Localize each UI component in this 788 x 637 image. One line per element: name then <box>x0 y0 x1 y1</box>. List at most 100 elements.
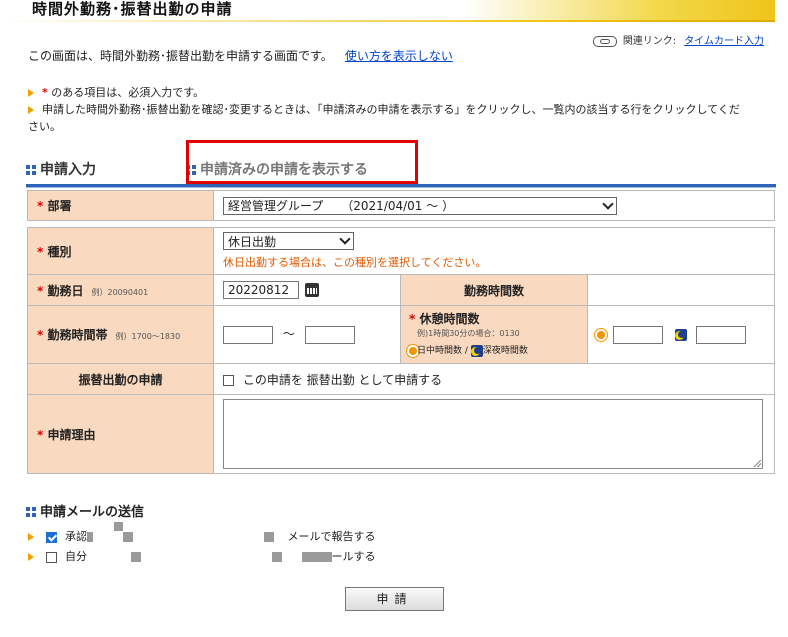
note-required-text: のある項目は、必須入力です。 <box>51 86 205 99</box>
dept-select[interactable]: 経営管理グループ （2021/04/01 ～ ） <box>223 196 617 215</box>
redacted-block <box>130 552 141 562</box>
transfer-text: この申請を 振替出勤 として申請する <box>242 372 443 387</box>
approver-mail-text: メールで報告する <box>287 530 376 543</box>
type-value-cell: 休日出勤 休日出勤する場合は、この種別を選択してください。 <box>213 227 775 275</box>
break-label: 休憩時間数 <box>419 312 480 326</box>
reason-label: 申請理由 <box>47 427 96 442</box>
highlight-box <box>186 140 418 184</box>
redacted-block <box>87 532 93 542</box>
notes: * のある項目は、必須入力です。 申請した時間外勤務･振替出勤を確認･変更すると… <box>28 84 748 135</box>
break-night-label: 深夜時間数 <box>482 346 528 356</box>
workday-row: * 勤務日 例）20090401 20220812 勤務時間数 <box>27 274 775 306</box>
dept-table: * 部署 経営管理グループ （2021/04/01 ～ ） <box>27 190 775 221</box>
reason-value-cell <box>213 394 775 474</box>
redacted-block-top <box>114 519 123 533</box>
mail-title-text: 申請メールの送信 <box>40 505 145 520</box>
timeband-separator: ～ <box>282 327 295 342</box>
time-from-input[interactable] <box>223 325 273 344</box>
dept-select-value: 経営管理グループ （2021/04/01 ～ ） <box>228 199 455 213</box>
timeband-example: 例）1700～1830 <box>115 332 181 341</box>
type-select[interactable]: 休日出勤 <box>223 232 354 250</box>
note-view-submitted: 申請した時間外勤務･振替出勤を確認･変更するときは、「申請済みの申請を表示する」… <box>28 101 748 135</box>
break-separator: / <box>464 346 468 356</box>
transfer-checkbox[interactable] <box>223 374 234 386</box>
self-checkbox[interactable] <box>45 551 57 563</box>
break-night-input[interactable] <box>696 325 747 344</box>
redacted-block <box>122 532 133 542</box>
dept-label: 部署 <box>47 199 72 213</box>
grid-icon <box>26 165 36 175</box>
bullet-arrow-icon <box>28 533 34 541</box>
hours-value-cell <box>587 274 775 306</box>
related-links: 関連リンク: タイムカード入力 <box>592 32 764 47</box>
mail-row-approver: 承認 メールで報告する <box>28 528 376 544</box>
workday-label: 勤務日 <box>47 283 84 298</box>
chevron-down-icon <box>602 197 614 210</box>
type-select-value: 休日出勤 <box>228 234 277 249</box>
tab-apply-input[interactable]: 申請入力 <box>26 159 96 179</box>
submit-button[interactable]: 申請 <box>345 587 444 611</box>
type-hint: 休日出勤する場合は、この種別を選択してください。 <box>223 256 487 269</box>
bullet-arrow-icon <box>28 106 34 114</box>
type-label: 種別 <box>47 244 72 259</box>
moon-icon <box>674 328 687 341</box>
self-label: 自分 <box>65 550 87 563</box>
redacted-block <box>301 552 332 562</box>
required-mark: * <box>37 244 44 259</box>
transfer-label: 振替出勤の申請 <box>78 372 163 387</box>
time-to-input[interactable] <box>304 325 355 344</box>
title-underline <box>0 20 775 22</box>
intro-text: この画面は、時間外勤務･振替出勤を申請する画面です。 <box>28 49 333 63</box>
type-label-cell: * 種別 <box>27 227 214 275</box>
break-example: 例)1時間30分の場合：0130 <box>417 329 520 338</box>
grid-icon <box>26 507 36 517</box>
dept-label-cell: * 部署 <box>27 190 214 221</box>
dept-value-cell: 経営管理グループ （2021/04/01 ～ ） <box>213 190 775 221</box>
break-day-input[interactable] <box>612 325 663 344</box>
bullet-arrow-icon <box>28 89 34 97</box>
self-mail-text: ールする <box>331 550 376 563</box>
break-label-cell: * 休憩時間数 例)1時間30分の場合：0130 日中時間数 / 深夜時間数 <box>400 305 588 364</box>
tab-divider-light <box>26 187 776 188</box>
timeband-label-cell: * 勤務時間帯 例）1700～1830 <box>27 305 214 364</box>
hours-label-cell: 勤務時間数 <box>400 274 588 306</box>
hide-usage-link[interactable]: 使い方を表示しない <box>345 49 453 63</box>
workday-value-cell: 20220812 <box>213 274 401 306</box>
tab-bar: 申請入力 申請済みの申請を表示する <box>26 140 776 187</box>
required-mark: * <box>37 328 44 342</box>
calendar-icon[interactable] <box>305 283 319 297</box>
type-row: * 種別 休日出勤 休日出勤する場合は、この種別を選択してください。 <box>27 227 775 275</box>
workday-input[interactable]: 20220812 <box>223 281 299 299</box>
resize-grip-icon[interactable] <box>754 460 761 467</box>
required-mark: * <box>37 199 44 213</box>
reason-label-cell: * 申請理由 <box>27 394 214 474</box>
link-chain-icon <box>592 35 617 47</box>
approver-label: 承認 <box>65 530 87 543</box>
workday-example: 例）20090401 <box>91 287 149 297</box>
note-required: * のある項目は、必須入力です。 <box>28 84 748 101</box>
hours-label: 勤務時間数 <box>463 283 524 298</box>
tab-apply-input-label: 申請入力 <box>40 162 96 178</box>
required-mark: * <box>409 312 416 326</box>
title-bar: 時間外勤務･振替出勤の申請 <box>0 0 775 22</box>
workday-label-cell: * 勤務日 例）20090401 <box>27 274 214 306</box>
page-title: 時間外勤務･振替出勤の申請 <box>32 0 233 18</box>
note-view-submitted-text: 申請した時間外勤務･振替出勤を確認･変更するときは、「申請済みの申請を表示する」… <box>28 103 740 133</box>
related-label: 関連リンク: <box>622 36 677 47</box>
reason-row: * 申請理由 <box>27 394 775 474</box>
required-mark: * <box>37 427 44 442</box>
transfer-label-cell: 振替出勤の申請 <box>27 363 214 395</box>
break-value-cell <box>587 305 775 364</box>
redacted-block <box>272 552 282 562</box>
sun-icon <box>597 330 605 339</box>
moon-icon <box>470 344 483 357</box>
intro: この画面は、時間外勤務･振替出勤を申請する画面です。 使い方を表示しない <box>28 47 453 64</box>
chevron-down-icon <box>339 233 351 245</box>
transfer-value-cell: この申請を 振替出勤 として申請する <box>213 363 775 395</box>
break-day-label: 日中時間数 <box>417 346 463 356</box>
timecard-link[interactable]: タイムカード入力 <box>684 36 764 47</box>
bullet-arrow-icon <box>28 553 34 561</box>
approver-checkbox[interactable] <box>45 531 57 543</box>
transfer-row: 振替出勤の申請 この申請を 振替出勤 として申請する <box>27 363 775 395</box>
reason-textarea[interactable] <box>223 399 763 469</box>
